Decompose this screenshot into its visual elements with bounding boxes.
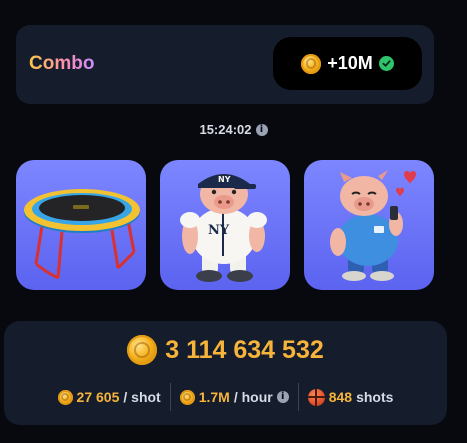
balance-row: 3 114 634 532 (4, 335, 447, 365)
stat-shots-value: 848 (328, 389, 353, 405)
timer-value: 15:24:02 (199, 122, 252, 137)
combo-card-baseball-pig[interactable]: NY NY (160, 160, 290, 290)
stat-per-shot: 27 605 / shot (49, 389, 170, 405)
countdown-timer: 15:24:02 i (0, 122, 467, 137)
basketball-icon (307, 388, 325, 406)
combo-card-pig-in-love[interactable] (304, 160, 434, 290)
coin-icon (57, 389, 73, 405)
info-icon[interactable]: i (255, 123, 268, 136)
stat-per-hour-unit: / hour (233, 389, 273, 405)
combo-title: Combo (29, 53, 95, 74)
stat-shots: 848 shots (299, 388, 403, 406)
info-icon[interactable]: i (276, 391, 289, 403)
stat-shots-unit: shots (356, 389, 394, 405)
check-icon (378, 56, 394, 71)
pig-hearts-icon (330, 170, 416, 281)
stats-row: 27 605 / shot 1.7M / hour i 848 shots (4, 383, 447, 411)
stat-per-shot-unit: / shot (123, 389, 161, 405)
pig-baseball-icon: NY NY (180, 174, 267, 282)
balance-card: 3 114 634 532 27 605 / shot 1.7M / hour … (4, 321, 447, 425)
trampoline-icon (24, 189, 140, 280)
stat-per-hour-value: 1.7M (198, 389, 230, 405)
stat-per-hour: 1.7M / hour i (171, 389, 298, 405)
combo-reward-pill[interactable]: +10M (273, 37, 422, 90)
combo-card-trampoline[interactable] (16, 160, 146, 290)
svg-text:NY: NY (208, 223, 230, 238)
stat-per-shot-value: 27 605 (76, 389, 120, 405)
balance-value: 3 114 634 532 (165, 335, 324, 364)
coin-icon (301, 53, 322, 74)
combo-card: Combo +10M (16, 25, 434, 104)
combo-reward-value: +10M (327, 53, 373, 73)
svg-text:NY: NY (218, 175, 231, 184)
coin-icon (127, 335, 158, 365)
coin-icon (179, 389, 195, 405)
